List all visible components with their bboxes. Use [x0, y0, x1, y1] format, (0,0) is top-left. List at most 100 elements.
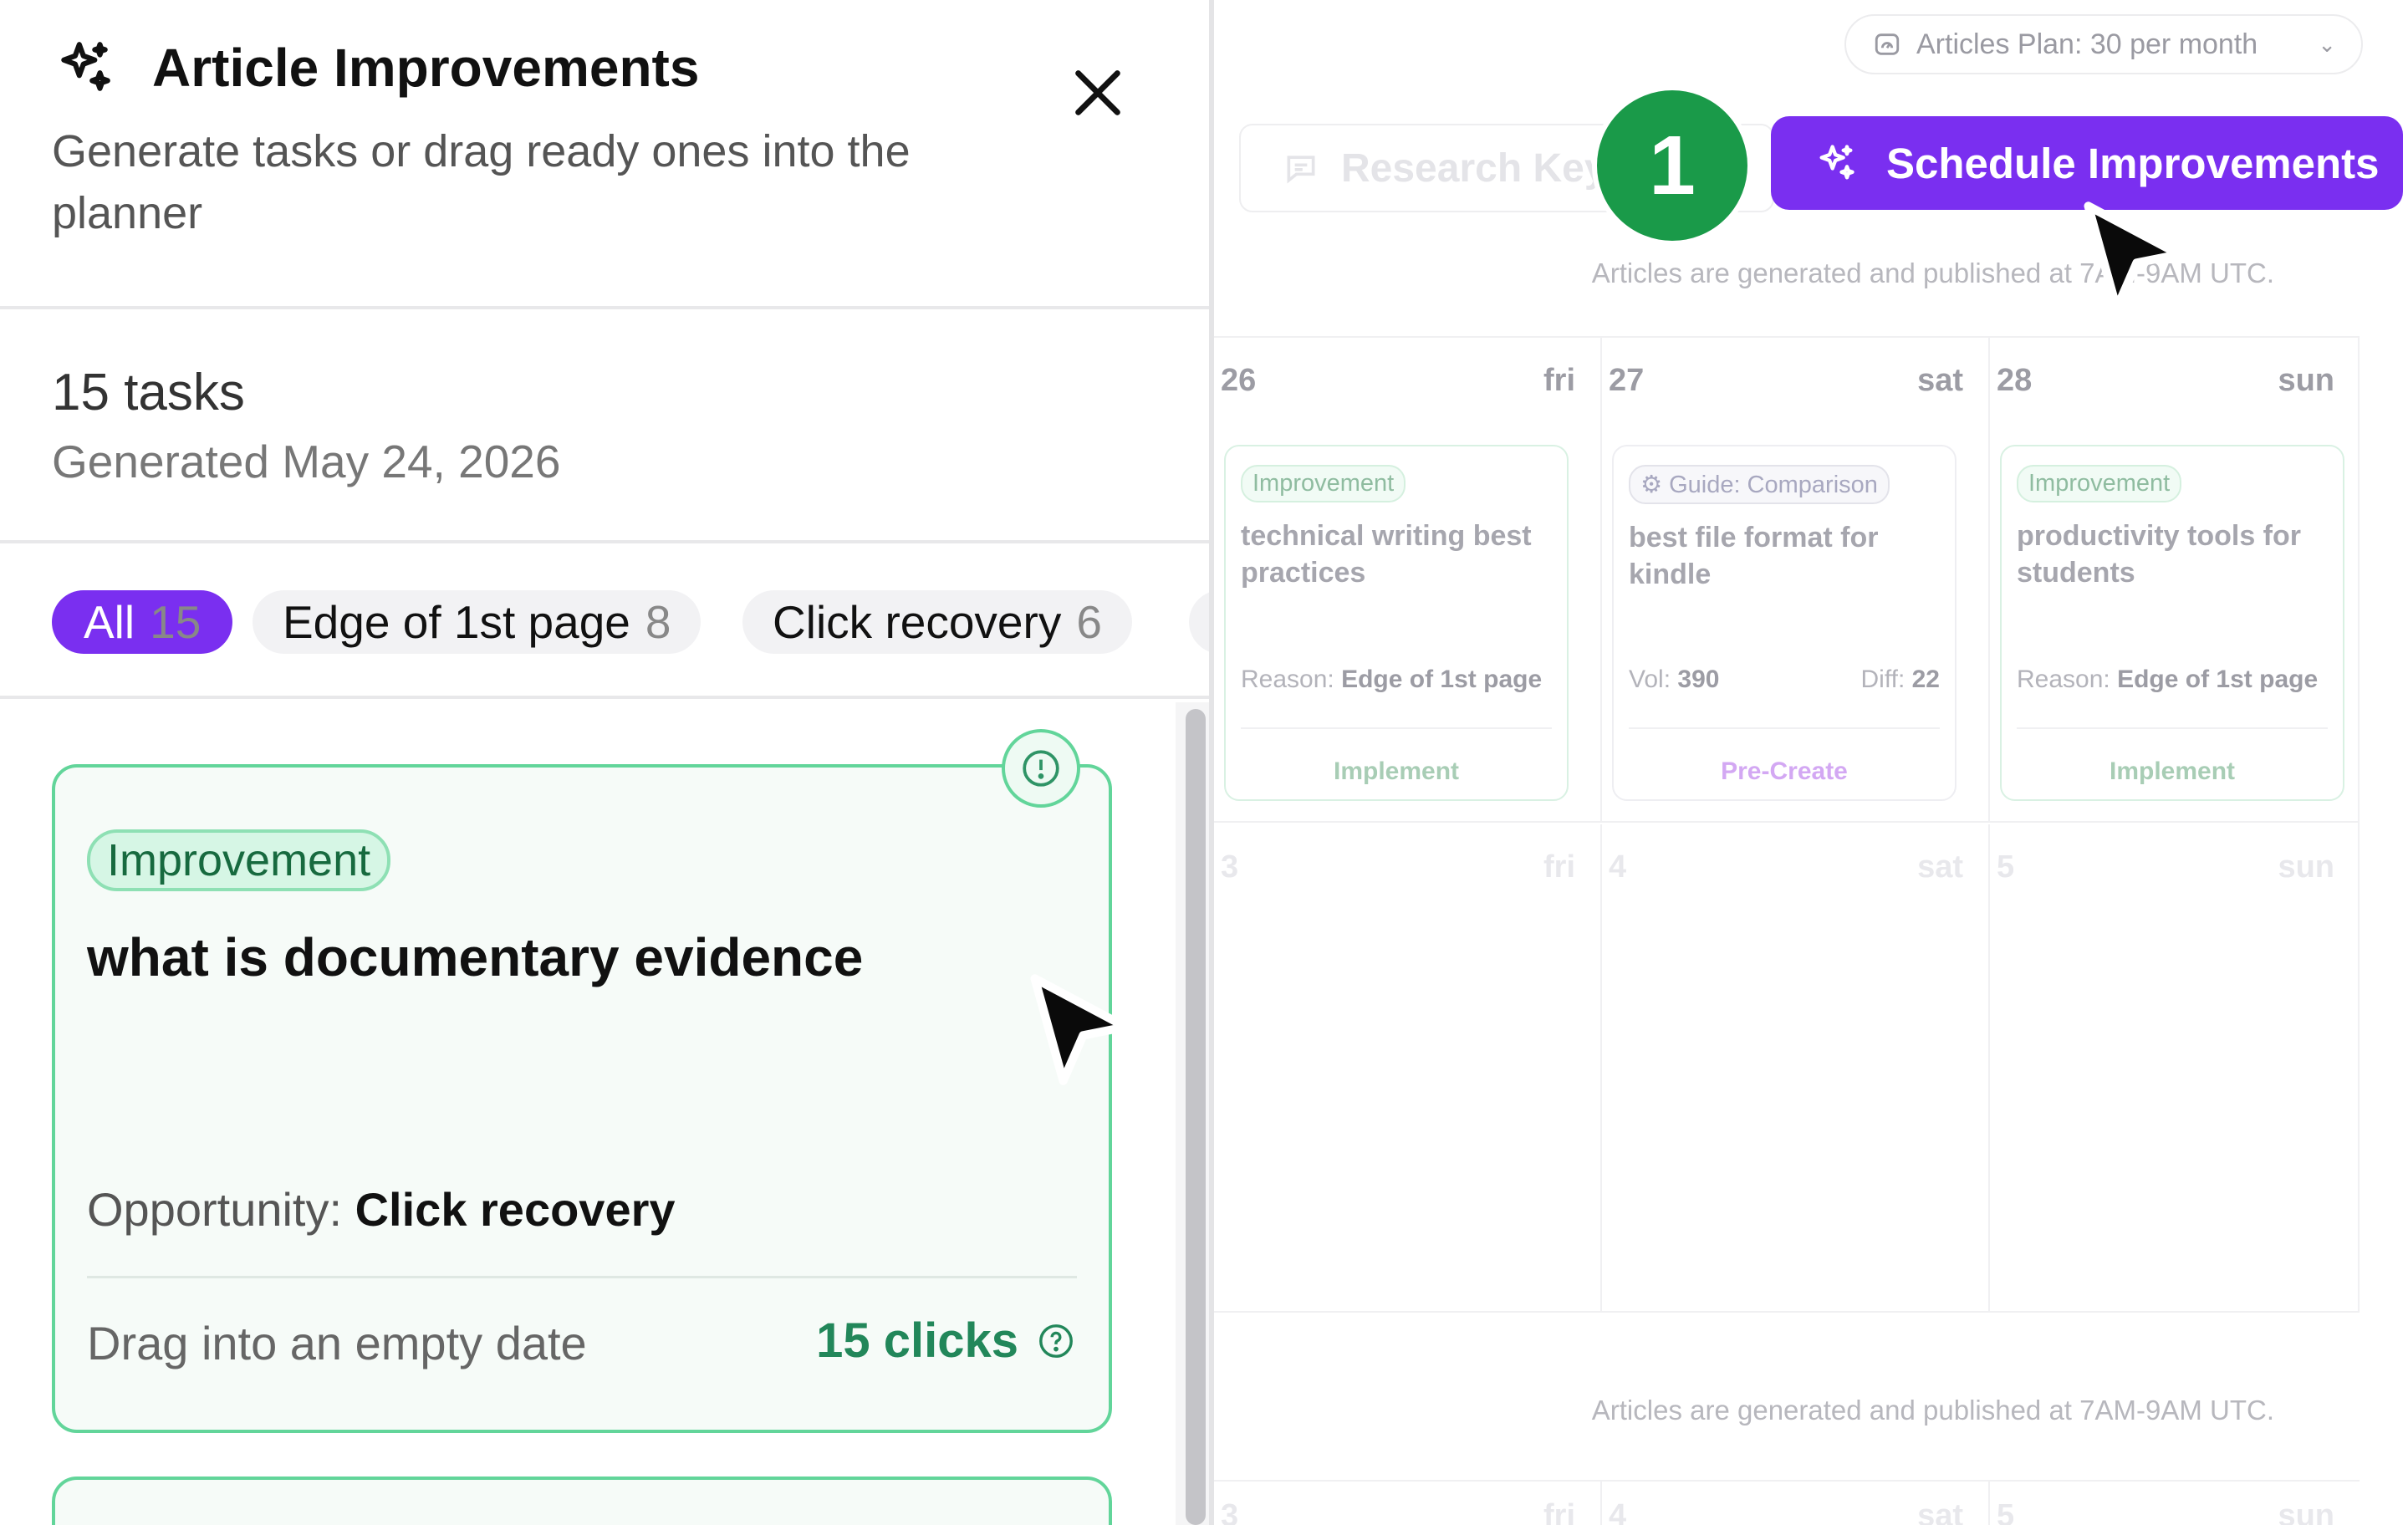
- scheduled-article-card[interactable]: ⚙ Guide: Comparison best file format for…: [1612, 445, 1956, 801]
- day-number: 3: [1221, 849, 1239, 885]
- volume-label: Vol:: [1629, 666, 1671, 693]
- schedule-improvements-button[interactable]: Schedule Improvements: [1771, 116, 2403, 210]
- article-tag: Improvement: [2017, 465, 2182, 502]
- day-number: 4: [1609, 849, 1627, 885]
- article-meta: Reason: Edge of 1st page: [2017, 666, 2328, 694]
- day-of-week: sat: [1917, 849, 1963, 885]
- gear-icon: ⚙: [1640, 472, 1662, 498]
- day-number: 26: [1221, 363, 1257, 398]
- filter-count: 6: [1076, 596, 1102, 648]
- articles-plan-dropdown[interactable]: Articles Plan: 30 per month ⌄: [1844, 14, 2363, 74]
- info-button[interactable]: [1002, 729, 1080, 808]
- sparkle-icon: [1819, 145, 1854, 180]
- filter-count: 15: [150, 596, 202, 648]
- calendar-day-cell[interactable]: 3 fri: [1214, 824, 1602, 1313]
- calendar-grid: 26 fri Improvement technical writing bes…: [1214, 336, 2360, 1313]
- publish-note-bottom: Articles are generated and published at …: [1591, 1395, 2274, 1426]
- filter-label: Click recovery: [773, 596, 1062, 648]
- step-badge: 1: [1592, 85, 1752, 246]
- calendar-day-cell[interactable]: 5 sun: [1990, 1482, 2360, 1525]
- calendar-day-cell[interactable]: 5 sun: [1990, 824, 2360, 1313]
- close-icon[interactable]: [1069, 64, 1127, 122]
- cursor-icon: [2084, 201, 2184, 313]
- calendar-area: Articles Plan: 30 per month ⌄ Research K…: [1214, 0, 2408, 1525]
- calendar-day-cell[interactable]: 27 sat ⚙ Guide: Comparison best file for…: [1602, 338, 1990, 821]
- panel-header: Article Improvements Generate tasks or d…: [0, 0, 1209, 309]
- clicks-value: 15 clicks: [816, 1313, 1018, 1368]
- meta-label: Reason:: [1241, 666, 1334, 693]
- filter-count: 8: [645, 596, 671, 648]
- day-number: 3: [1221, 1498, 1239, 1525]
- article-title: technical writing best practices: [1241, 520, 1532, 589]
- filter-chip-all[interactable]: All 15: [52, 590, 233, 654]
- filter-chip-click-recovery[interactable]: Click recovery 6: [742, 590, 1132, 654]
- sparkle-icon: [61, 42, 110, 91]
- article-meta: Vol: 390 Diff: 22: [1629, 666, 1940, 694]
- task-title: what is documentary evidence: [87, 927, 864, 987]
- day-of-week: sat: [1917, 363, 1963, 398]
- calendar-day-cell[interactable]: 4 sat: [1602, 824, 1990, 1313]
- help-icon[interactable]: [1037, 1322, 1075, 1360]
- calendar-day-cell[interactable]: 3 fri: [1214, 1482, 1602, 1525]
- day-of-week: sun: [2278, 1498, 2334, 1525]
- panel-title: Article Improvements: [152, 38, 700, 98]
- calendar-day-cell[interactable]: 4 sat: [1602, 1482, 1990, 1525]
- article-tag: Improvement: [1241, 465, 1406, 502]
- clicks-metric: 15 clicks: [816, 1313, 1075, 1369]
- calendar-week-row: 26 fri Improvement technical writing bes…: [1214, 338, 2360, 823]
- calendar-day-cell[interactable]: 26 fri Improvement technical writing bes…: [1214, 338, 1602, 821]
- article-tag: ⚙ Guide: Comparison: [1629, 465, 1890, 504]
- calendar-day-cell[interactable]: 28 sun Improvement productivity tools fo…: [1990, 338, 2360, 821]
- filter-label: All: [84, 596, 135, 648]
- volume-value: 390: [1677, 666, 1720, 693]
- calendar-week-row: 3 fri 4 sat 5 sun: [1214, 824, 2360, 1313]
- articles-plan-label: Articles Plan: 30 per month: [1916, 28, 2258, 60]
- tasks-summary: 15 tasks Generated May 24, 2026: [0, 313, 1209, 543]
- drag-hint: Drag into an empty date: [87, 1317, 587, 1369]
- scrollbar-thumb[interactable]: [1186, 709, 1206, 1525]
- meta-value: Edge of 1st page: [1341, 666, 1543, 693]
- meta-value: Edge of 1st page: [2117, 666, 2319, 693]
- difficulty-value: 22: [1911, 666, 1940, 693]
- day-of-week: sun: [2278, 849, 2334, 885]
- filter-chip-edge-of-1st-page[interactable]: Edge of 1st page 8: [253, 590, 701, 654]
- cursor-icon: [1030, 974, 1130, 1085]
- improvement-task-card[interactable]: Improvement what is documentary evidence…: [52, 764, 1112, 1433]
- panel-subtitle: Generate tasks or drag ready ones into t…: [52, 126, 911, 238]
- day-number: 5: [1997, 849, 2015, 885]
- day-number: 28: [1997, 363, 2033, 398]
- opportunity-value: Click recovery: [355, 1183, 676, 1236]
- filter-chips: All 15 Edge of 1st page 8 Click recovery…: [0, 547, 1209, 699]
- implement-button[interactable]: Implement: [2017, 727, 2328, 786]
- meta-label: Reason:: [2017, 666, 2110, 693]
- gauge-icon: [1875, 33, 1900, 55]
- day-of-week: sat: [1917, 1498, 1963, 1525]
- task-tag: Improvement: [87, 829, 391, 891]
- day-number: 27: [1609, 363, 1645, 398]
- day-number: 5: [1997, 1498, 2015, 1525]
- schedule-improvements-label: Schedule Improvements: [1886, 139, 2380, 187]
- article-meta: Reason: Edge of 1st page: [1241, 666, 1552, 694]
- divider: [87, 1276, 1077, 1278]
- day-number: 4: [1609, 1498, 1627, 1525]
- improvement-task-card[interactable]: [52, 1477, 1112, 1525]
- filter-label: Edge of 1st page: [283, 596, 630, 648]
- day-of-week: fri: [1543, 1498, 1575, 1525]
- filter-chip-more[interactable]: [1189, 590, 1209, 654]
- generated-date: Generated May 24, 2026: [52, 436, 561, 487]
- article-tag-label: Guide: Comparison: [1669, 472, 1878, 498]
- research-keywords-label: Research Key: [1341, 145, 1607, 191]
- opportunity-label: Opportunity:: [87, 1183, 343, 1236]
- article-title: best file format for kindle: [1629, 522, 1879, 590]
- chevron-down-icon: ⌄: [2318, 31, 2336, 57]
- calendar-week-row: 3 fri 4 sat 5 sun: [1214, 1480, 2360, 1525]
- difficulty-label: Diff:: [1860, 666, 1905, 693]
- task-opportunity: Opportunity: Click recovery: [87, 1182, 676, 1237]
- scheduled-article-card[interactable]: Improvement productivity tools for stude…: [2000, 445, 2344, 801]
- chat-icon: [1287, 156, 1315, 184]
- article-title: productivity tools for students: [2017, 520, 2301, 589]
- scheduled-article-card[interactable]: Improvement technical writing best pract…: [1224, 445, 1569, 801]
- pre-create-button[interactable]: Pre-Create: [1629, 727, 1940, 786]
- day-of-week: sun: [2278, 363, 2334, 398]
- implement-button[interactable]: Implement: [1241, 727, 1552, 786]
